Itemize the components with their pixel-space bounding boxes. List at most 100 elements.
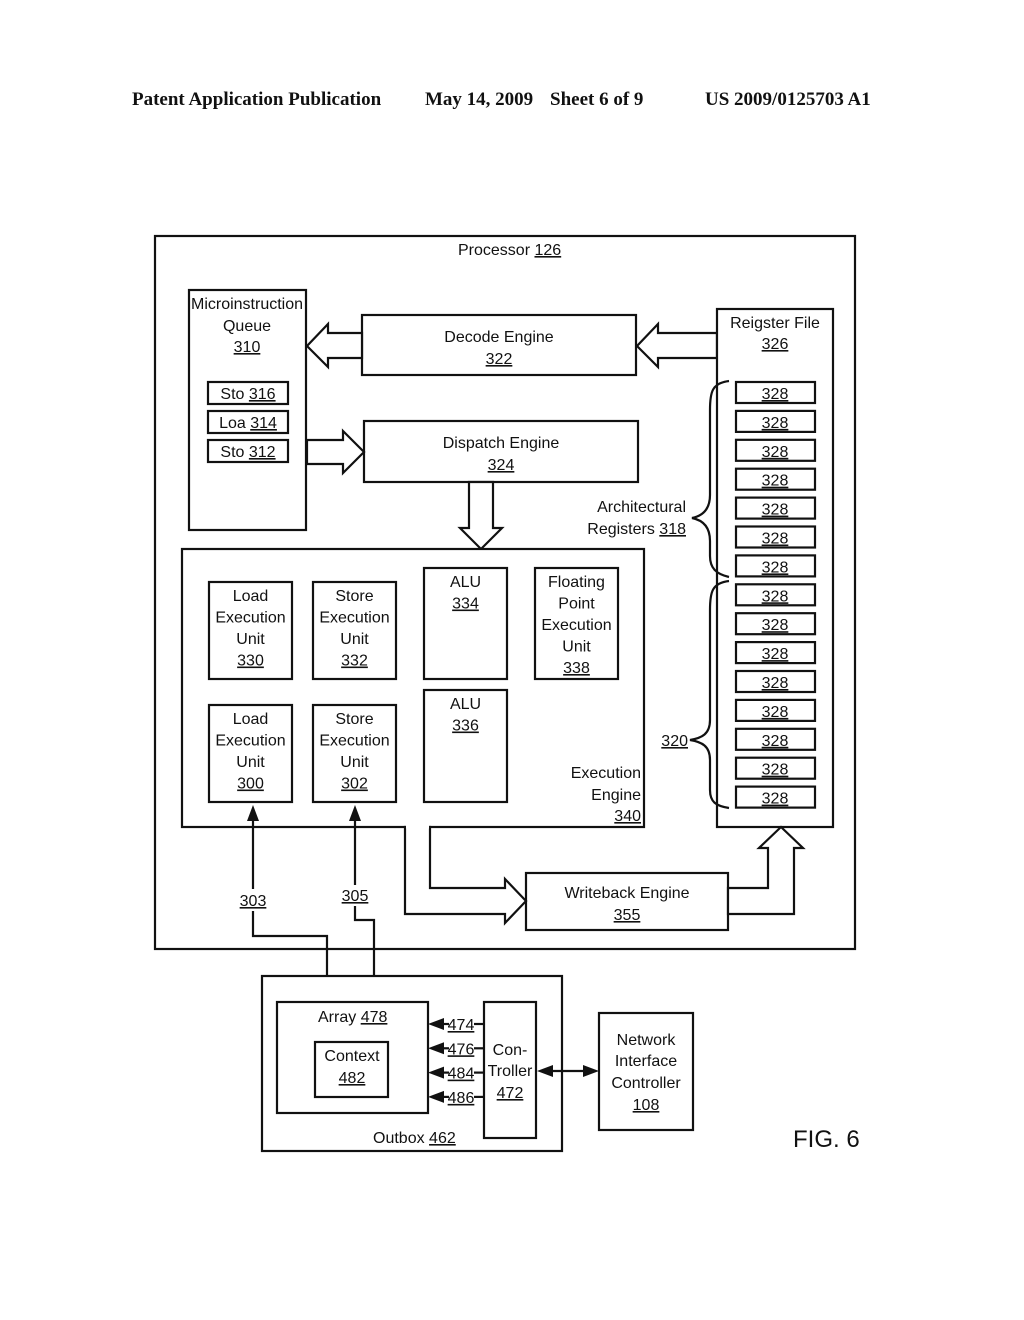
register-328: 328 <box>734 756 817 780</box>
svg-text:355: 355 <box>614 907 641 924</box>
svg-text:332: 332 <box>341 653 368 670</box>
writeback-engine: Writeback Engine 355 <box>524 871 730 932</box>
svg-text:Dispatch Engine: Dispatch Engine <box>443 435 560 452</box>
svg-text:Execution: Execution <box>215 610 285 627</box>
figure-label: FIG. 6 <box>793 1126 860 1153</box>
controller: Con- Troller 472 <box>482 1000 538 1140</box>
svg-text:Execution: Execution <box>541 617 611 634</box>
svg-text:324: 324 <box>488 457 515 474</box>
svg-text:Engine: Engine <box>591 787 641 804</box>
outbox-label: Outbox 462 <box>373 1130 456 1147</box>
svg-text:328: 328 <box>762 386 789 403</box>
register-328: 328 <box>734 612 817 636</box>
other-registers-ref: 320 <box>661 733 688 750</box>
svg-text:326: 326 <box>762 336 789 353</box>
svg-text:Array 478: Array 478 <box>318 1009 387 1026</box>
svg-text:303: 303 <box>240 893 267 910</box>
execution-unit-336: ALU 336 <box>422 688 509 804</box>
svg-text:Point: Point <box>558 596 595 613</box>
svg-text:Context: Context <box>324 1048 380 1065</box>
svg-text:340: 340 <box>614 808 641 825</box>
context: Context 482 <box>313 1040 390 1099</box>
svg-text:Execution: Execution <box>319 610 389 627</box>
svg-text:328: 328 <box>762 415 789 432</box>
svg-text:Controller: Controller <box>611 1075 681 1092</box>
microinstruction-queue: Microinstruction Queue 310 Sto 316 Loa 3… <box>187 288 308 532</box>
svg-text:Interface: Interface <box>615 1053 677 1070</box>
svg-text:328: 328 <box>762 559 789 576</box>
execution-unit-330: Load Execution Unit 330 <box>207 580 294 681</box>
execution-unit-338: Floating Point Execution Unit 338 <box>533 566 620 681</box>
svg-text:328: 328 <box>762 617 789 634</box>
svg-text:Execution: Execution <box>571 765 641 782</box>
svg-text:Loa 314: Loa 314 <box>219 415 277 432</box>
svg-text:Con-: Con- <box>493 1042 528 1059</box>
queue-entry: Sto 316 <box>206 380 290 406</box>
svg-text:Execution: Execution <box>319 733 389 750</box>
svg-text:Queue: Queue <box>223 318 271 335</box>
execution-unit-332: Store Execution Unit 332 <box>311 580 398 681</box>
svg-text:Reigster File: Reigster File <box>730 315 820 332</box>
svg-text:Decode Engine: Decode Engine <box>444 329 554 346</box>
register-328: 328 <box>734 438 817 462</box>
svg-text:305: 305 <box>342 888 369 905</box>
svg-text:Microinstruction: Microinstruction <box>191 296 303 313</box>
svg-text:Unit: Unit <box>236 631 265 648</box>
svg-text:328: 328 <box>762 704 789 721</box>
svg-text:330: 330 <box>237 653 264 670</box>
svg-text:336: 336 <box>452 718 479 735</box>
register-328: 328 <box>734 409 817 433</box>
processor-label: Processor 126 <box>458 242 561 259</box>
svg-text:328: 328 <box>762 531 789 548</box>
svg-text:Unit: Unit <box>562 639 591 656</box>
svg-text:328: 328 <box>762 444 789 461</box>
register-328: 328 <box>734 727 817 751</box>
register-328: 328 <box>734 380 817 405</box>
svg-text:486: 486 <box>448 1090 475 1107</box>
svg-text:328: 328 <box>762 588 789 605</box>
execution-unit-302: Store Execution Unit 302 <box>311 703 398 804</box>
svg-text:472: 472 <box>497 1085 524 1102</box>
dispatch-engine: Dispatch Engine 324 <box>362 419 640 484</box>
register-328: 328 <box>734 583 817 607</box>
register-328: 328 <box>734 698 817 723</box>
svg-text:108: 108 <box>633 1097 660 1114</box>
svg-text:Sto 316: Sto 316 <box>220 386 275 403</box>
svg-text:ALU: ALU <box>450 696 481 713</box>
execution-unit-334: ALU 334 <box>422 566 509 681</box>
register-328: 328 <box>734 785 817 809</box>
queue-entry: Sto 312 <box>206 438 290 464</box>
svg-text:328: 328 <box>762 762 789 779</box>
svg-text:484: 484 <box>448 1066 475 1083</box>
svg-text:322: 322 <box>486 351 513 368</box>
svg-text:328: 328 <box>762 733 789 750</box>
svg-text:476: 476 <box>448 1041 475 1058</box>
svg-text:Troller: Troller <box>488 1063 533 1080</box>
svg-text:Network: Network <box>617 1032 677 1049</box>
svg-text:Unit: Unit <box>236 754 265 771</box>
svg-text:482: 482 <box>339 1070 366 1087</box>
register-328: 328 <box>734 496 817 520</box>
svg-text:Sto 312: Sto 312 <box>220 444 275 461</box>
svg-text:334: 334 <box>452 596 479 613</box>
svg-text:Store: Store <box>335 711 373 728</box>
svg-text:Load: Load <box>233 588 269 605</box>
register-328: 328 <box>734 467 817 491</box>
svg-text:328: 328 <box>762 646 789 663</box>
svg-text:ALU: ALU <box>450 574 481 591</box>
svg-text:Execution: Execution <box>215 733 285 750</box>
svg-text:Load: Load <box>233 711 269 728</box>
execution-unit-300: Load Execution Unit 300 <box>207 703 294 804</box>
svg-text:328: 328 <box>762 791 789 808</box>
register-file: Reigster File 326 328 328 328 328 328 328 328 3… <box>715 307 835 829</box>
svg-text:Floating: Floating <box>548 574 605 591</box>
queue-entry: Loa 314 <box>206 409 290 435</box>
register-328: 328 <box>734 640 817 665</box>
diagram-canvas: Processor 126 Microinstruction Queue 310… <box>153 234 860 1153</box>
svg-text:Store: Store <box>335 588 373 605</box>
network-interface-controller: Network Interface Controller 108 <box>597 1011 695 1132</box>
svg-text:328: 328 <box>762 502 789 519</box>
svg-text:338: 338 <box>563 660 590 677</box>
svg-text:Unit: Unit <box>340 754 369 771</box>
decode-engine: Decode Engine 322 <box>360 313 638 377</box>
